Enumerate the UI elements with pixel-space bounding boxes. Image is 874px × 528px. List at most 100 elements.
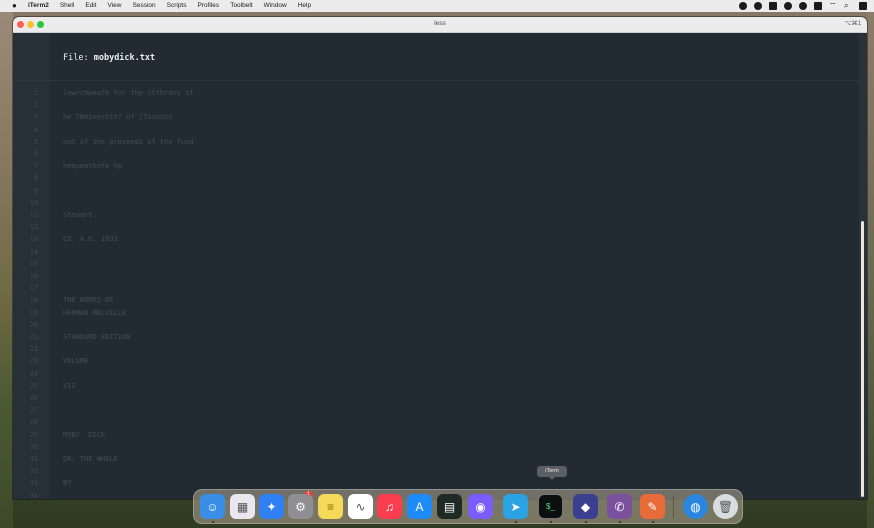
menu-shell[interactable]: Shell — [60, 0, 74, 12]
text-line: 5 out of the proceeds of the fund — [13, 136, 859, 148]
running-indicator — [652, 521, 654, 523]
line-number: 4 — [33, 125, 38, 134]
text-line: 18 THE WORKS OF — [13, 294, 859, 306]
activity-monitor-icon[interactable]: ▤ — [437, 494, 462, 519]
line-number: 6 — [33, 150, 38, 158]
line-number: 30 — [29, 442, 38, 451]
viber-icon[interactable]: ✆ — [607, 494, 632, 519]
line-number: 24 — [29, 369, 38, 378]
line-number: 13 — [29, 235, 38, 244]
line-number: 21 — [29, 333, 38, 341]
text-line: 7 hequeathefe hp — [13, 160, 859, 172]
text-line: 4 — [13, 124, 859, 136]
music-icon[interactable]: ♫ — [377, 494, 402, 519]
app-store-icon[interactable]: A — [407, 494, 432, 519]
menu-view[interactable]: View — [108, 0, 122, 12]
apple-menu-icon[interactable]: ● — [12, 0, 20, 12]
control-center-icon[interactable] — [859, 2, 867, 10]
line-text: he TWniverstt? of [Toronts — [63, 113, 173, 122]
line-number: 19 — [29, 308, 38, 317]
status-app-icon[interactable] — [739, 2, 747, 10]
dock-divider — [673, 495, 674, 518]
menu-profiles[interactable]: Profiles — [198, 0, 220, 12]
running-indicator — [585, 521, 587, 523]
line-number: 3 — [33, 113, 38, 122]
line-number: 12 — [29, 223, 38, 232]
line-text: out of the proceeds of the fund — [63, 137, 194, 146]
input-source-icon[interactable] — [814, 2, 822, 10]
text-line: 14 — [13, 246, 859, 258]
text-line: 12 — [13, 221, 859, 233]
text-line: 10 — [13, 197, 859, 209]
status-play-icon[interactable] — [799, 2, 807, 10]
menu-scripts[interactable]: Scripts — [167, 0, 187, 12]
menu-window[interactable]: Window — [264, 0, 287, 12]
text-line: 11 Stewart. — [13, 209, 859, 221]
text-line: 13 CD. A.D. 1932 — [13, 233, 859, 245]
safari-icon[interactable]: ✦ — [259, 494, 284, 519]
trash-icon[interactable]: 🗑 — [713, 494, 738, 519]
status-info-icon[interactable] — [769, 2, 777, 10]
notes-icon[interactable]: ≡ — [318, 494, 343, 519]
line-text: lowrchweafe for the Slthrary of — [63, 89, 194, 97]
text-line: 16 — [13, 270, 859, 282]
menu-toolbelt[interactable]: Toolbelt — [230, 0, 252, 12]
line-number: 2 — [33, 101, 38, 110]
text-line: 24 — [13, 368, 859, 380]
raycast-icon[interactable]: ◉ — [468, 494, 493, 519]
text-line: 30 — [13, 441, 859, 453]
file-label: File: — [63, 53, 89, 63]
menu-edit[interactable]: Edit — [85, 0, 96, 12]
terminal-content[interactable]: File: mobydick.txt 1 lowrchweafe for the … — [13, 33, 859, 499]
line-number: 14 — [29, 247, 38, 256]
wifi-icon[interactable]: ⌔ — [829, 2, 837, 10]
spotlight-search-icon[interactable]: ⌕ — [844, 2, 852, 10]
line-number: 7 — [33, 162, 38, 171]
line-number: 33 — [29, 479, 38, 488]
telegram-icon[interactable]: ➤ — [503, 494, 528, 519]
line-number: 25 — [29, 381, 38, 390]
line-number: 22 — [29, 345, 38, 354]
scrollbar-thumb[interactable] — [861, 221, 864, 497]
text-line: 32 — [13, 465, 859, 477]
menu-app-name[interactable]: iTerm2 — [28, 0, 49, 12]
launchpad-icon[interactable]: ▦ — [230, 494, 255, 519]
text-line: 25 VII — [13, 380, 859, 392]
text-line: 15 — [13, 258, 859, 270]
line-text: CD. A.D. 1932 — [63, 235, 118, 244]
running-indicator — [212, 521, 214, 523]
line-number: 31 — [29, 455, 38, 463]
file-header: File: mobydick.txt — [50, 53, 859, 67]
text-line: 1 lowrchweafe for the Slthrary of — [13, 87, 859, 99]
line-number: 9 — [33, 186, 38, 195]
text-line: 22 — [13, 343, 859, 355]
status-power-icon[interactable] — [784, 2, 792, 10]
line-number: 16 — [29, 272, 38, 280]
pixelmator-icon[interactable]: ✎ — [640, 494, 665, 519]
browser-icon[interactable]: ◍ — [683, 494, 708, 519]
text-line: 26 — [13, 392, 859, 404]
line-text: Stewart. — [63, 211, 97, 219]
iterm-icon[interactable]: $_ — [538, 494, 563, 519]
line-text: STANDARD EDITION — [63, 333, 131, 341]
line-number: 1 — [33, 89, 38, 97]
text-line: 19 HERMAN MELVILLE — [13, 307, 859, 319]
menu-help[interactable]: Help — [298, 0, 311, 12]
finder-icon[interactable]: ☺ — [200, 494, 225, 519]
desktop-wallpaper-left — [0, 12, 13, 528]
shortcuts-icon[interactable]: ◆ — [573, 494, 598, 519]
scrollbar[interactable] — [859, 33, 867, 499]
status-icons: ⌔ ⌕ — [739, 0, 874, 12]
status-close-icon[interactable] — [754, 2, 762, 10]
freeform-icon[interactable]: ∿ — [348, 494, 373, 519]
window-title: less — [434, 20, 446, 27]
line-number: 11 — [29, 211, 38, 219]
menu-session[interactable]: Session — [133, 0, 156, 12]
line-text: THE WORKS OF — [63, 296, 114, 305]
window-titlebar[interactable]: less ⌥⌘1 — [13, 17, 867, 33]
text-line: 9 — [13, 185, 859, 197]
line-number: 27 — [29, 406, 38, 415]
line-text: VOLUME — [63, 357, 89, 366]
dock: 1 ☺▦✦⚙≡∿♫A▤◉➤$_◆✆✎◍🗑 — [193, 489, 743, 524]
system-settings-icon[interactable]: ⚙ — [288, 494, 313, 519]
